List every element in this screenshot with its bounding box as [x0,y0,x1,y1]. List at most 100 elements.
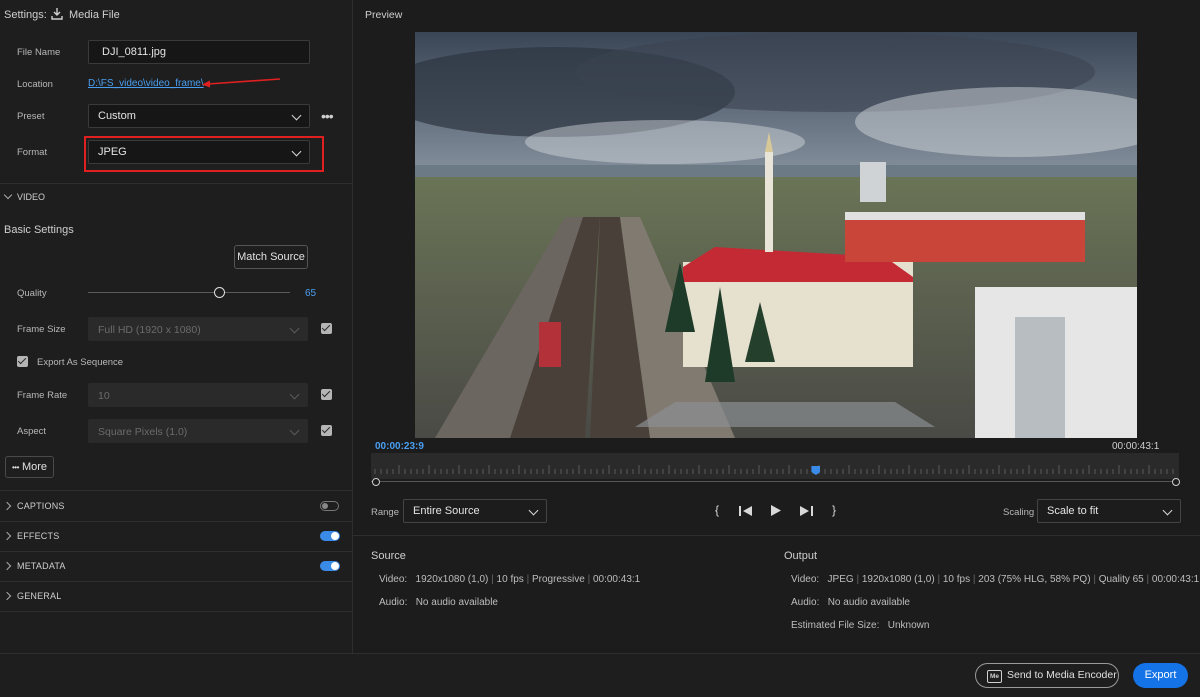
range-line [371,481,1179,482]
frame-size-dropdown[interactable]: Full HD (1920 x 1080) [88,317,308,341]
captions-toggle[interactable] [320,501,339,511]
chevron-down-icon [1162,505,1173,516]
effects-toggle[interactable] [320,531,340,541]
timeline-ticks [374,465,1174,474]
effects-section-header[interactable]: EFFECTS [0,521,352,551]
mark-out-icon[interactable]: } [832,503,836,517]
export-sequence-checkbox[interactable] [17,356,28,367]
aspect-dropdown[interactable]: Square Pixels (1.0) [88,419,308,443]
output-fps: 10 fps [942,574,971,585]
output-color: 203 (75% HLG, 58% PQ) [978,574,1091,585]
chevron-down-icon [289,425,300,436]
frame-rate-label: Frame Rate [17,390,68,401]
output-audio-line: Audio: No audio available [791,597,910,608]
quality-value[interactable]: 65 [305,288,316,299]
output-format: JPEG [827,574,854,585]
basic-settings-heading: Basic Settings [4,224,74,236]
metadata-toggle[interactable] [320,561,340,571]
preset-value: Custom [98,110,136,122]
aspect-checkbox[interactable] [321,425,332,436]
media-file-label: Media File [69,9,120,21]
ellipsis-icon: ••• [11,463,19,472]
output-resolution: 1920x1080 (1,0) [861,574,935,585]
more-label: More [21,461,48,473]
source-resolution: 1920x1080 (1,0) [415,574,489,585]
send-to-media-encoder-button[interactable]: Me Send to Media Encoder [975,663,1119,688]
chevron-down-icon [528,505,539,516]
divider [353,535,1200,536]
general-title: GENERAL [17,591,62,601]
chevron-right-icon [2,501,12,511]
source-audio-line: Audio: No audio available [379,597,498,608]
file-name-label: File Name [17,47,61,58]
quality-slider-handle[interactable] [214,287,226,298]
more-options-icon[interactable]: ••• [321,108,334,124]
frame-rate-checkbox[interactable] [321,389,332,400]
metadata-section-header[interactable]: METADATA [0,551,352,581]
output-audio-label: Audio: [791,597,820,608]
output-quality: Quality 65 [1098,574,1144,585]
scaling-label: Scaling [1003,507,1035,518]
scaling-value: Scale to fit [1047,505,1099,517]
export-button[interactable]: Export [1133,663,1188,688]
divider [0,611,352,612]
frame-rate-value: 10 [98,390,110,402]
settings-panel: Settings: Media File File Name DJI_0811.… [0,0,353,653]
aspect-value: Square Pixels (1.0) [98,426,188,438]
timeline-track[interactable] [371,453,1179,479]
frame-size-checkbox[interactable] [321,323,332,334]
preview-panel: Preview 00:00:23:9 00:00:43:1 Range Enti… [353,0,1200,653]
location-link[interactable]: D:\FS_video\video_frame\ [88,78,204,89]
video-section-header[interactable]: VIDEO [0,184,352,210]
frame-rate-dropdown[interactable]: 10 [88,383,308,407]
output-size-value: Unknown [887,620,930,631]
chevron-right-icon [2,561,12,571]
duration-timecode: 00:00:43:1 [1112,441,1160,452]
format-label: Format [17,147,48,158]
quality-label: Quality [17,288,47,299]
chevron-down-icon [3,190,13,200]
captions-section-header[interactable]: CAPTIONS [0,491,352,521]
file-name-input[interactable]: DJI_0811.jpg [88,40,310,64]
chevron-down-icon [289,389,300,400]
location-label: Location [17,79,53,90]
output-size-line: Estimated File Size: Unknown [791,620,929,631]
source-fps: 10 fps [496,574,524,585]
source-duration: 00:00:43:1 [592,574,641,585]
source-video-label: Video: [379,574,408,585]
scaling-dropdown[interactable]: Scale to fit [1037,499,1181,523]
source-scan: Progressive [531,574,585,585]
match-source-button[interactable]: Match Source [234,245,308,269]
captions-title: CAPTIONS [17,501,65,511]
format-value: JPEG [98,146,127,158]
mark-in-icon[interactable]: { [715,503,719,517]
metadata-title: METADATA [17,561,66,571]
step-forward-icon[interactable] [799,505,813,517]
settings-label: Settings: [4,9,47,21]
output-video-line: Video: JPEG | 1920x1080 (1,0) | 10 fps |… [791,574,1200,585]
video-section-title: VIDEO [17,192,46,202]
general-section-header[interactable]: GENERAL [0,581,352,611]
frame-size-value: Full HD (1920 x 1080) [98,324,201,336]
in-point-handle[interactable] [372,478,380,486]
output-size-label: Estimated File Size: [791,620,880,631]
source-audio-value: No audio available [415,597,498,608]
source-audio-label: Audio: [379,597,408,608]
media-encoder-icon: Me [987,670,1002,683]
output-title: Output [784,550,818,562]
out-point-handle[interactable] [1172,478,1180,486]
format-dropdown[interactable]: JPEG [88,140,310,164]
range-dropdown[interactable]: Entire Source [403,499,547,523]
play-icon[interactable] [770,504,782,517]
chevron-down-icon [291,110,302,121]
more-button[interactable]: ••• More [5,456,54,478]
output-duration: 00:00:43:1 [1151,574,1200,585]
current-timecode[interactable]: 00:00:23:9 [375,441,424,452]
quality-slider-track[interactable] [88,292,290,293]
step-back-icon[interactable] [739,505,753,517]
preview-image [415,32,1137,438]
frame-size-label: Frame Size [17,324,66,335]
range-value: Entire Source [413,505,480,517]
chevron-down-icon [291,146,302,157]
preset-dropdown[interactable]: Custom [88,104,310,128]
